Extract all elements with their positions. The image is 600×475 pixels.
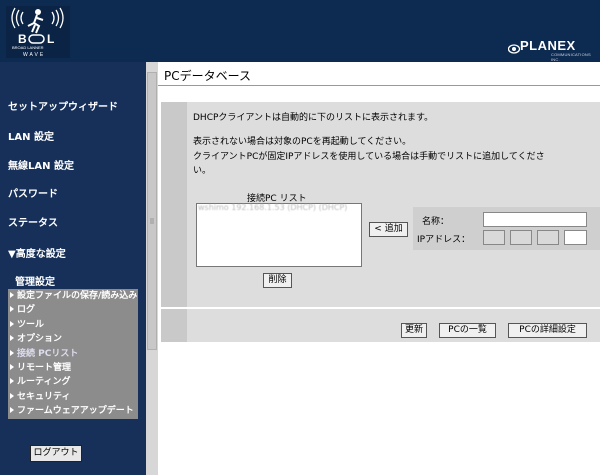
add-button[interactable]: < 追加 (369, 222, 408, 237)
submenu-item-log[interactable]: ログ (10, 303, 138, 317)
arrow-right-icon (10, 378, 14, 384)
svg-text:WAVE: WAVE (23, 52, 45, 58)
arrow-right-icon (10, 407, 14, 413)
arrow-right-icon (10, 393, 14, 399)
submenu-item-config-save-load[interactable]: 設定ファイルの保存/読み込み (10, 289, 138, 303)
info-line-1: DHCPクライアントは自動的に下のリストに表示されます。 (193, 113, 434, 123)
submenu: 設定ファイルの保存/読み込み ログ ツール オプション 接続 PCリスト リモー… (8, 289, 138, 419)
nav-status[interactable]: ステータス (8, 214, 58, 229)
submenu-item-remote-management[interactable]: リモート管理 (10, 361, 138, 375)
submenu-item-routing[interactable]: ルーティング (10, 375, 138, 389)
submenu-item-tools[interactable]: ツール (10, 318, 138, 332)
pc-detail-settings-button[interactable]: PCの詳細設定 (508, 323, 587, 338)
page-title: PCデータベース (164, 69, 252, 83)
name-label: 名称： (422, 217, 450, 227)
ip-octet-4-input[interactable] (564, 230, 587, 245)
arrow-right-icon (10, 321, 14, 327)
pc-listbox[interactable] (196, 203, 362, 267)
planex-logo-icon (507, 40, 521, 59)
submenu-title: 管理設定 (15, 277, 55, 288)
arrow-right-icon (10, 292, 14, 298)
ip-octet-1-input[interactable] (483, 230, 505, 245)
svg-text:L: L (47, 32, 54, 46)
nav-setup-wizard[interactable]: セットアップウィザード (8, 98, 118, 113)
arrow-right-icon (10, 350, 14, 356)
ip-address-label: IPアドレス： (417, 235, 471, 245)
logout-button[interactable]: ログアウト (30, 445, 82, 462)
submenu-item-options[interactable]: オプション (10, 332, 138, 346)
scroll-up-icon[interactable] (147, 63, 157, 75)
brand-name: PLANEX (520, 38, 576, 53)
broadlanner-logo: B L BROAD LANNER WAVE (6, 6, 70, 58)
brand-subtitle: COMMUNICATIONS INC. (551, 52, 591, 62)
arrow-right-icon (10, 364, 14, 370)
name-input[interactable] (483, 212, 587, 227)
scrollbar-grip-icon (147, 210, 157, 224)
info-line-3: クライアントPCが固定IPアドレスを使用している場合は手動でリストに追加してくだ… (193, 152, 545, 162)
nav-advanced-settings[interactable]: ▼高度な設定 (8, 245, 66, 260)
submenu-item-security[interactable]: セキュリティ (10, 390, 138, 404)
delete-button[interactable]: 削除 (263, 273, 292, 288)
nav-password[interactable]: パスワード (8, 185, 58, 200)
arrow-right-icon (10, 335, 14, 341)
svg-text:BROAD LANNER: BROAD LANNER (12, 45, 44, 50)
pc-list-item[interactable]: wshimo 192.168.1.53 (DHCP) (DHCP) (198, 203, 347, 212)
nav-lan-settings[interactable]: LAN 設定 (8, 128, 54, 143)
ip-octet-3-input[interactable] (537, 230, 559, 245)
info-line-4: い。 (193, 166, 212, 176)
refresh-button[interactable]: 更新 (401, 323, 427, 338)
submenu-item-connected-pc-list[interactable]: 接続 PCリスト (10, 347, 138, 361)
arrow-right-icon (10, 306, 14, 312)
pc-list-button[interactable]: PCの一覧 (439, 323, 496, 338)
panel-side-strip (161, 102, 187, 342)
title-divider (158, 85, 600, 86)
svg-text:B: B (18, 32, 27, 46)
ip-octet-2-input[interactable] (510, 230, 532, 245)
info-line-2: 表示されない場合は対象のPCを再起動してください。 (193, 137, 412, 147)
nav-wireless-lan-settings[interactable]: 無線LAN 設定 (8, 157, 74, 172)
submenu-item-firmware-update[interactable]: ファームウェアアップデート (10, 404, 138, 418)
